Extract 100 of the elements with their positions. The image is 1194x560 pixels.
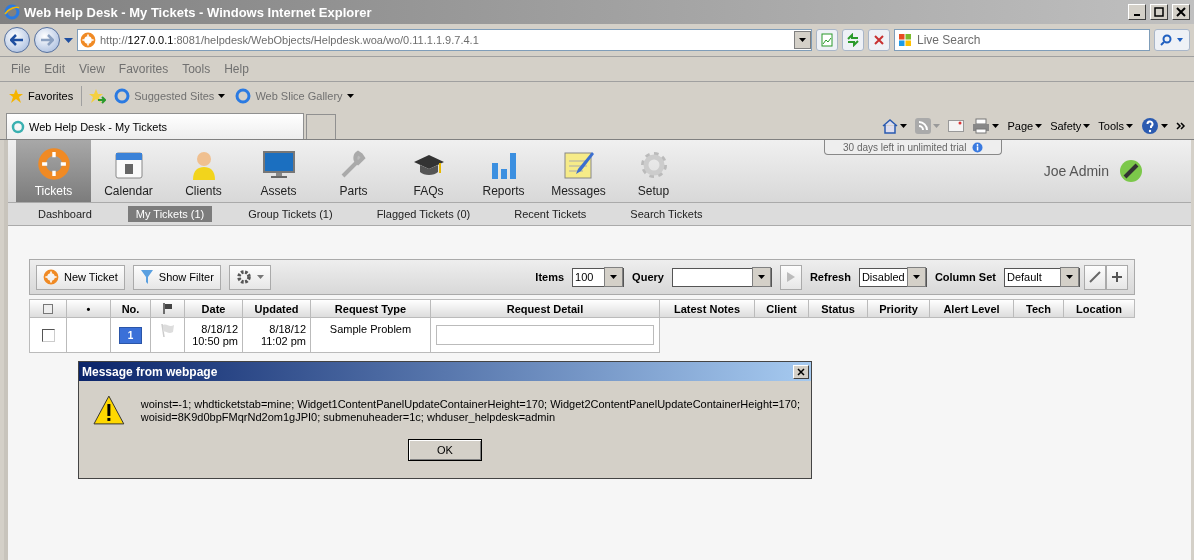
column-header[interactable]: Updated bbox=[243, 299, 311, 318]
nav-tab[interactable]: Parts bbox=[316, 140, 391, 202]
feed-icon bbox=[915, 118, 932, 134]
refresh-select[interactable]: Disabled bbox=[858, 267, 927, 287]
checkbox-icon[interactable] bbox=[43, 303, 53, 314]
nav-tab[interactable]: Calendar bbox=[91, 140, 166, 202]
browser-tab[interactable]: Web Help Desk - My Tickets bbox=[6, 113, 304, 139]
lifebuoy-icon bbox=[43, 269, 59, 285]
printer-icon bbox=[972, 118, 991, 134]
caret-icon bbox=[218, 94, 226, 98]
gear-icon bbox=[235, 269, 252, 285]
caret-icon bbox=[900, 124, 908, 128]
nav-tab[interactable]: Tickets bbox=[16, 140, 91, 202]
search-button[interactable] bbox=[1154, 29, 1190, 51]
lifebuoy-icon bbox=[36, 147, 71, 181]
help-button[interactable] bbox=[1141, 117, 1168, 135]
nav-tab[interactable]: Reports bbox=[466, 140, 541, 202]
caret-icon bbox=[1161, 124, 1168, 128]
filter-icon bbox=[139, 269, 154, 285]
nav-tab[interactable]: Messages bbox=[541, 140, 616, 202]
subnav-tab[interactable]: My Tickets (1) bbox=[127, 206, 213, 222]
browser-logo-icon bbox=[4, 4, 20, 20]
maximize-icon bbox=[1154, 7, 1164, 17]
subnav-tab[interactable]: Flagged Tickets (0) bbox=[368, 206, 479, 222]
pencil-icon bbox=[1089, 271, 1101, 283]
close-button[interactable] bbox=[1172, 4, 1190, 20]
column-header[interactable]: Tech bbox=[1014, 299, 1064, 318]
flag-icon bbox=[162, 303, 173, 314]
dialog-message: woinst=-1; whdticketstab=mine; Widget1ContentPanelUpdateContainerHeight=170; Widget2ContentPanelUpdateContainerHeight=170; woisid=8K9d0bpFMqrNd2om1gJPI0; submenuheader=1c; whduser_helpdesk=admin bbox=[140, 398, 801, 425]
maximize-button[interactable] bbox=[1150, 4, 1168, 20]
column-header[interactable]: Request Detail bbox=[431, 299, 660, 318]
home-icon bbox=[882, 118, 899, 134]
caret-icon[interactable] bbox=[64, 37, 73, 43]
column-header[interactable]: Date bbox=[185, 299, 243, 318]
column-header[interactable] bbox=[151, 299, 185, 318]
items-label: Items bbox=[535, 271, 565, 283]
date-cell: 8/18/12 10:50 pm bbox=[185, 318, 243, 353]
favorites-button[interactable]: Favorites bbox=[6, 88, 76, 104]
subnav-tab[interactable]: Group Tickets (1) bbox=[240, 206, 341, 222]
request-detail-field[interactable] bbox=[436, 325, 654, 345]
nav-tab[interactable]: Assets bbox=[241, 140, 316, 202]
subnav-tab[interactable]: Recent Tickets bbox=[506, 206, 595, 222]
column-header[interactable]: Alert Level bbox=[930, 299, 1014, 318]
show-filter-button[interactable]: Show Filter bbox=[132, 264, 221, 290]
nav-tab[interactable]: Clients bbox=[166, 140, 241, 202]
settings-button[interactable] bbox=[228, 264, 271, 290]
chevron-icon[interactable] bbox=[1176, 122, 1186, 130]
command-menu[interactable]: Page bbox=[1007, 120, 1043, 132]
subnav-tab[interactable]: Dashboard bbox=[30, 206, 100, 222]
column-header[interactable]: Request Type bbox=[311, 299, 431, 318]
feeds-button[interactable] bbox=[915, 118, 941, 134]
back-button[interactable] bbox=[4, 27, 30, 53]
refresh-button[interactable] bbox=[842, 29, 864, 51]
address-field[interactable]: http://127.0.0.1:8081/helpdesk/WebObjects/Helpdesk.woa/wo/0.11.1.1.9.7.4.1 bbox=[77, 29, 812, 51]
forward-arrow-icon bbox=[40, 34, 54, 46]
search-icon bbox=[1160, 34, 1184, 46]
mail-button[interactable] bbox=[948, 120, 965, 132]
stop-button[interactable] bbox=[868, 29, 890, 51]
query-select[interactable] bbox=[671, 267, 772, 287]
home-button[interactable] bbox=[882, 118, 908, 134]
column-header[interactable]: Location bbox=[1064, 299, 1135, 318]
column-header[interactable]: Latest Notes bbox=[660, 299, 755, 318]
search-field[interactable]: Live Search bbox=[894, 29, 1150, 51]
forward-button[interactable] bbox=[34, 27, 60, 53]
column-header[interactable]: Priority bbox=[868, 299, 930, 318]
close-icon bbox=[873, 34, 885, 46]
new-ticket-button[interactable]: New Ticket bbox=[36, 264, 125, 290]
subnav-tab[interactable]: Search Tickets bbox=[622, 206, 711, 222]
caret-icon bbox=[757, 275, 765, 279]
edit-button[interactable] bbox=[1084, 264, 1106, 290]
query-label: Query bbox=[632, 271, 664, 283]
command-menu[interactable]: Tools bbox=[1098, 120, 1133, 132]
browser-logo-icon bbox=[114, 88, 131, 104]
play-icon bbox=[786, 272, 795, 282]
star-icon bbox=[8, 88, 24, 104]
minimize-button[interactable] bbox=[1128, 4, 1146, 20]
window-title: Web Help Desk - My Tickets - Windows Internet Explorer bbox=[24, 4, 373, 20]
close-button[interactable] bbox=[793, 364, 809, 379]
command-menu[interactable]: Safety bbox=[1050, 120, 1091, 132]
caret-icon bbox=[799, 38, 806, 42]
caret-icon bbox=[1066, 275, 1073, 279]
dropdown-button[interactable] bbox=[794, 31, 811, 49]
column-header[interactable]: Status bbox=[809, 299, 868, 318]
ticket-number[interactable]: 1 bbox=[118, 326, 143, 344]
caret-icon bbox=[256, 275, 264, 279]
lifebuoy-icon bbox=[80, 32, 96, 48]
nav-tab[interactable]: Setup bbox=[616, 140, 691, 202]
page-chart-icon bbox=[820, 33, 834, 47]
column-header[interactable] bbox=[29, 299, 67, 318]
items-select[interactable]: 100 bbox=[572, 267, 625, 287]
ok-button[interactable]: OK bbox=[408, 439, 482, 461]
column-set-select[interactable]: Default bbox=[1004, 267, 1080, 287]
nav-tab[interactable]: FAQs bbox=[391, 140, 466, 202]
column-header[interactable]: • bbox=[67, 299, 111, 318]
refresh-label: Refresh bbox=[809, 271, 851, 283]
print-button[interactable] bbox=[972, 118, 1000, 134]
add-button[interactable] bbox=[1106, 264, 1128, 290]
column-header[interactable]: Client bbox=[755, 299, 809, 318]
column-header[interactable]: No. bbox=[111, 299, 151, 318]
row-checkbox[interactable] bbox=[41, 328, 55, 342]
